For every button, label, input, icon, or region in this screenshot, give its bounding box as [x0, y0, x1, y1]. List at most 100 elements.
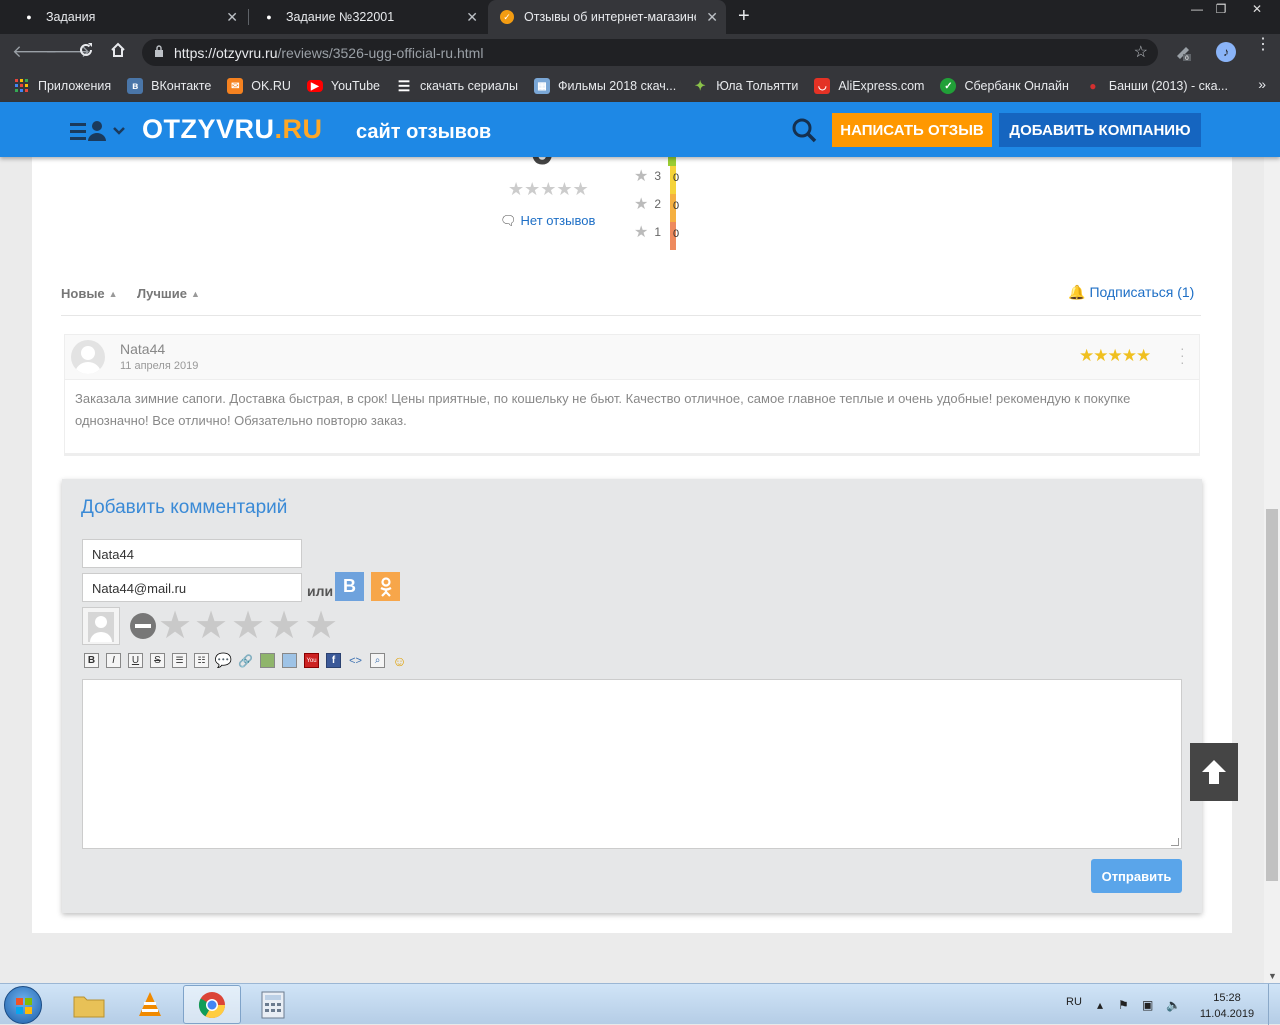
numbered-list-icon[interactable]: ☷ — [194, 653, 209, 668]
resize-grip-icon[interactable] — [1171, 838, 1179, 846]
code-icon[interactable]: <> — [348, 653, 363, 668]
rating-row-label: 2 — [654, 197, 662, 211]
browser-tab-active[interactable]: ✓ Отзывы об интернет-магазине ✕ — [488, 0, 726, 34]
tab-close-icon[interactable]: ✕ — [226, 9, 238, 26]
rate-star-5[interactable]: ★ — [304, 603, 338, 648]
image-icon[interactable] — [260, 653, 275, 668]
windows-taskbar: RU ▴ ⚑ ▣ 🔈 15:28 11.04.2019 — [0, 983, 1280, 1025]
browser-menu-icon[interactable]: ⋮ — [1255, 37, 1271, 53]
page-scrollbar[interactable]: ▼ — [1264, 157, 1280, 983]
restore-window-icon[interactable]: ❐ — [1207, 0, 1235, 18]
bookmark-label: ВКонтакте — [151, 79, 212, 93]
tab-favicon-icon: ● — [26, 12, 32, 22]
rating-row-count: 0 — [673, 228, 680, 240]
no-reviews-link[interactable]: 🗨 Нет отзывов — [500, 213, 595, 229]
close-window-icon[interactable]: ✕ — [1237, 0, 1277, 18]
more-options-icon[interactable]: · · · — [1180, 341, 1185, 369]
bullet-list-icon[interactable]: ☰ — [172, 653, 187, 668]
bookmark-star-icon[interactable]: ☆ — [1134, 42, 1148, 62]
rate-star-4[interactable]: ★ — [267, 603, 301, 648]
youtube-icon: ▶ — [306, 80, 323, 92]
email-field[interactable]: Nata44@mail.ru — [82, 573, 302, 602]
rating-row-label: 1 — [654, 225, 662, 239]
calculator-taskbar-button[interactable] — [244, 985, 302, 1024]
smile-icon[interactable]: ☺ — [392, 653, 407, 669]
submit-button[interactable]: Отправить — [1091, 859, 1182, 893]
user-menu-icon[interactable] — [70, 120, 128, 142]
gallery-icon[interactable] — [282, 653, 297, 668]
bookmark-aliexpress[interactable]: ◡ AliExpress.com — [814, 78, 924, 94]
italic-icon[interactable]: I — [106, 653, 121, 668]
chrome-taskbar-button[interactable] — [183, 985, 241, 1024]
system-clock[interactable]: 15:28 11.04.2019 — [1196, 990, 1258, 1022]
clear-rating-icon[interactable] — [130, 613, 156, 639]
bookmark-vk[interactable]: в ВКонтакте — [127, 78, 211, 94]
show-desktop-button[interactable] — [1268, 984, 1280, 1025]
bookmark-okru[interactable]: ✉ OK.RU — [227, 78, 291, 94]
vk-login-button[interactable]: В — [335, 572, 364, 601]
scroll-down-icon[interactable]: ▼ — [1268, 971, 1277, 981]
strikethrough-icon[interactable]: S — [150, 653, 165, 668]
volume-icon[interactable]: 🔈 — [1166, 998, 1181, 1012]
bookmark-serials[interactable]: ☰ скачать сериалы — [396, 78, 518, 94]
youtube-icon[interactable]: You — [304, 653, 319, 668]
bookmark-sberbank[interactable]: ✓ Сбербанк Онлайн — [940, 78, 1069, 94]
review-author[interactable]: Nata44 — [120, 341, 165, 357]
subscribe-link[interactable]: 🔔 Подписаться (1) — [1068, 284, 1194, 301]
clock-date: 11.04.2019 — [1199, 1008, 1255, 1020]
comment-textarea[interactable] — [82, 679, 1182, 849]
browser-tab[interactable]: ● Задание №322001 ✕ — [250, 0, 486, 34]
preview-icon[interactable]: ⌕ — [370, 653, 385, 668]
write-review-button[interactable]: НАПИСАТЬ ОТЗЫВ — [832, 113, 992, 147]
tab-close-icon[interactable]: ✕ — [706, 9, 718, 26]
address-bar[interactable]: https://otzyvru.ru/reviews/3526-ugg-offi… — [142, 39, 1158, 66]
bookmark-label: Приложения — [38, 79, 112, 93]
reload-icon[interactable] — [78, 42, 94, 63]
network-icon[interactable]: ▣ — [1142, 998, 1153, 1012]
start-button[interactable] — [4, 986, 42, 1024]
bookmark-films[interactable]: ▦ Фильмы 2018 скач... — [533, 78, 676, 94]
tab-close-icon[interactable]: ✕ — [466, 9, 478, 26]
yula-icon: ✦ — [694, 78, 706, 93]
scroll-to-top-button[interactable] — [1190, 743, 1238, 801]
language-indicator[interactable]: RU — [1066, 996, 1082, 1008]
browser-tab-strip: ● Задания ✕ ● Задание №322001 ✕ ✓ Отзывы… — [0, 0, 1280, 34]
divider — [64, 454, 1200, 456]
site-logo[interactable]: OTZYVRU.RU — [142, 114, 323, 145]
film-icon: ▦ — [533, 78, 550, 94]
rate-star-2[interactable]: ★ — [194, 603, 228, 648]
browser-tab[interactable]: ● Задания ✕ — [10, 0, 246, 34]
search-icon[interactable] — [791, 117, 817, 143]
underline-icon[interactable]: U — [128, 653, 143, 668]
ok-login-button[interactable] — [371, 572, 400, 601]
name-field[interactable]: Nata44 — [82, 539, 302, 568]
bookmark-banshee[interactable]: ● Банши (2013) - ска... — [1085, 78, 1228, 94]
link-icon[interactable]: 🔗 — [238, 653, 253, 668]
page-footer-gap — [0, 933, 1264, 983]
bookmark-apps[interactable]: Приложения — [14, 78, 111, 94]
site-header: OTZYVRU.RU сайт отзывов НАПИСАТЬ ОТЗЫВ Д… — [0, 102, 1280, 157]
sort-new[interactable]: Новые ▲ — [61, 286, 118, 301]
explorer-taskbar-button[interactable] — [60, 985, 118, 1024]
extension-icon[interactable]: 0 — [1174, 42, 1192, 65]
sort-best[interactable]: Лучшие ▲ — [137, 286, 200, 301]
facebook-icon[interactable]: f — [326, 653, 341, 668]
bookmarks-overflow-icon[interactable]: » — [1258, 76, 1266, 92]
scrollbar-thumb[interactable] — [1266, 509, 1278, 881]
profile-avatar-icon[interactable]: ♪ — [1216, 42, 1236, 62]
show-hidden-icons-icon[interactable]: ▴ — [1097, 998, 1103, 1012]
review-item: Nata44 11 апреля 2019 ★★★★★ · · · Заказала… — [64, 334, 1200, 454]
rate-star-3[interactable]: ★ — [231, 603, 265, 648]
quote-icon[interactable]: 💬 — [215, 652, 232, 668]
rate-star-1[interactable]: ★ — [158, 603, 192, 648]
vlc-taskbar-button[interactable] — [121, 985, 179, 1024]
add-company-button[interactable]: ДОБАВИТЬ КОМПАНИЮ — [999, 113, 1201, 147]
bookmark-youtube[interactable]: ▶ YouTube — [306, 79, 380, 93]
new-tab-button[interactable]: + — [738, 5, 750, 28]
odnoklassniki-icon — [379, 576, 392, 597]
add-comment-form: Добавить комментарий Nata44 Nata44@mail.… — [62, 479, 1202, 913]
action-center-flag-icon[interactable]: ⚑ — [1118, 998, 1129, 1012]
home-icon[interactable] — [110, 42, 126, 63]
bold-icon[interactable]: B — [84, 653, 99, 668]
bookmark-yula[interactable]: ✦ Юла Тольятти — [692, 78, 799, 94]
